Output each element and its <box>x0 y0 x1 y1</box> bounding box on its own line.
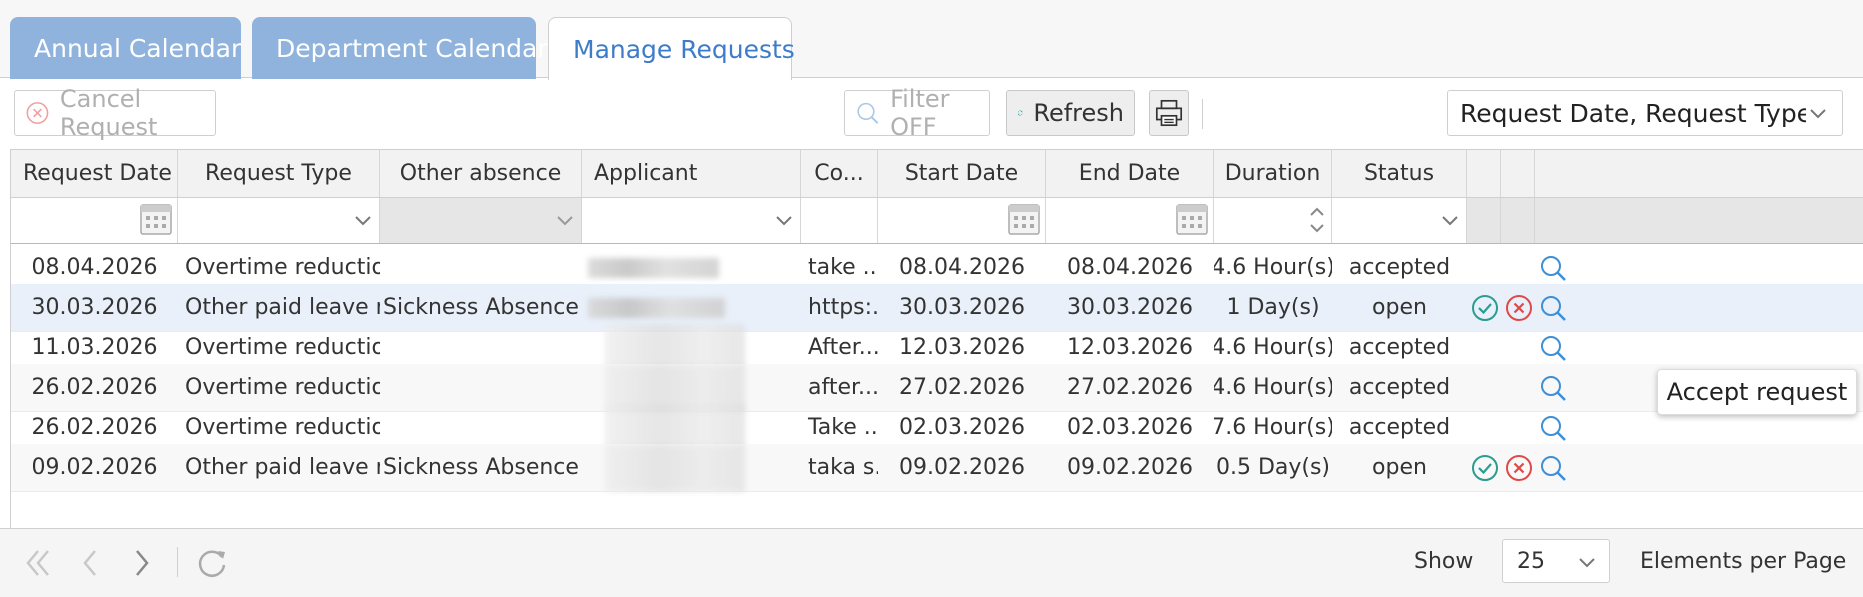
print-button[interactable] <box>1149 90 1189 136</box>
filter-request-date[interactable] <box>11 198 178 243</box>
pager: Show 25 Elements per Page <box>0 528 1863 597</box>
col-status[interactable]: Status <box>1332 150 1467 197</box>
view-search-icon[interactable] <box>1538 413 1568 443</box>
cell-start-date: 09.02.2026 <box>899 455 1025 480</box>
filter-action-2 <box>1501 198 1535 243</box>
filter-request-type[interactable] <box>178 198 380 243</box>
cancel-circle-icon <box>26 102 49 124</box>
calendar-icon <box>140 204 172 235</box>
col-request-type[interactable]: Request Type <box>178 150 380 197</box>
redacted-applicant <box>605 444 745 492</box>
elements-per-page-label: Elements per Page <box>1640 549 1847 574</box>
search-icon <box>857 102 879 124</box>
next-page-icon[interactable] <box>122 543 162 583</box>
cell-request-type: Other paid leave re... <box>185 455 380 480</box>
cancel-request-button[interactable]: Cancel Request <box>14 85 216 141</box>
cell-duration: 0.5 Day(s) <box>1215 455 1331 480</box>
refresh-icon <box>1017 110 1023 116</box>
refresh-button[interactable]: Refresh <box>1006 90 1135 136</box>
tab-label: Annual Calendar <box>34 33 242 63</box>
chevron-down-icon <box>776 216 792 226</box>
col-action-1 <box>1467 150 1501 197</box>
col-action-3 <box>1535 150 1863 197</box>
view-search-icon[interactable] <box>1538 293 1568 323</box>
tab-annual-calendar[interactable]: 3 Annual Calendar <box>10 17 241 79</box>
previous-page-icon[interactable] <box>70 543 110 583</box>
filter-action-1 <box>1467 198 1501 243</box>
toolbar: Cancel Request Filter OFF Refresh Reques… <box>10 79 1850 149</box>
cell-status: open <box>1372 455 1427 480</box>
filter-action-3 <box>1535 198 1863 243</box>
redacted-applicant <box>588 298 725 318</box>
refresh-label: Refresh <box>1033 99 1124 127</box>
col-comment[interactable]: Co... <box>801 150 878 197</box>
accept-check-icon[interactable] <box>1470 453 1500 483</box>
page-size-select[interactable]: 25 <box>1502 539 1610 583</box>
col-request-date[interactable]: Request Date <box>11 150 178 197</box>
col-end-date[interactable]: End Date <box>1046 150 1214 197</box>
filter-applicant[interactable] <box>582 198 801 243</box>
col-other-absence[interactable]: Other absence <box>380 150 582 197</box>
filter-duration[interactable] <box>1214 198 1332 243</box>
cell-request-date: 09.02.2026 <box>31 455 158 480</box>
view-search-icon[interactable] <box>1538 333 1568 363</box>
sort-select[interactable]: Request Date, Request Type <box>1447 90 1843 136</box>
chevron-down-icon <box>1806 101 1830 125</box>
pager-separator <box>177 547 178 577</box>
table-row[interactable]: 09.02.2026 Other paid leave re... Sickne… <box>11 444 1863 492</box>
tab-label: Department Calendar <box>276 33 548 63</box>
cell-comment: taka s... <box>808 455 878 480</box>
chevron-down-icon <box>355 216 371 226</box>
filter-button[interactable]: Filter OFF <box>844 85 990 141</box>
filter-end-date[interactable] <box>1046 198 1214 243</box>
cell-end-date: 09.02.2026 <box>1067 455 1193 480</box>
first-page-icon[interactable] <box>18 543 58 583</box>
sort-value: Request Date, Request Type <box>1460 98 1813 128</box>
calendar-icon <box>1008 204 1040 235</box>
reload-icon[interactable] <box>192 543 232 583</box>
accept-check-icon[interactable] <box>1470 293 1500 323</box>
spinner-arrows-icon <box>1310 207 1324 233</box>
filter-comment[interactable] <box>801 198 878 243</box>
tab-bar: 3 Annual Calendar Department Calendar Ma… <box>0 0 1863 80</box>
filter-other-absence[interactable] <box>380 198 582 243</box>
tab-label: Manage Requests <box>573 34 795 64</box>
table-header: Request Date Request Type Other absence … <box>11 150 1863 198</box>
view-search-icon[interactable] <box>1538 373 1568 403</box>
chevron-down-icon <box>1442 216 1458 226</box>
filter-row <box>11 198 1863 244</box>
printer-icon <box>1155 99 1183 127</box>
cell-other-absence: Sickness Absence <box>383 455 579 480</box>
col-action-2 <box>1501 150 1535 197</box>
view-search-icon[interactable] <box>1538 453 1568 483</box>
filter-start-date[interactable] <box>878 198 1046 243</box>
chevron-down-icon <box>557 216 573 226</box>
cancel-request-label: Cancel Request <box>59 85 158 141</box>
calendar-icon <box>1176 204 1208 235</box>
table-body: 08.04.2026 Overtime reduction ... take .… <box>11 244 1863 528</box>
reject-x-icon[interactable] <box>1504 293 1534 323</box>
redacted-applicant <box>588 258 719 278</box>
accept-request-tooltip: Accept request <box>1657 369 1857 415</box>
reject-x-icon[interactable] <box>1504 453 1534 483</box>
col-start-date[interactable]: Start Date <box>878 150 1046 197</box>
requests-table: Request Date Request Type Other absence … <box>10 149 1863 528</box>
filter-label: Filter OFF <box>890 85 950 141</box>
col-applicant[interactable]: Applicant <box>582 150 801 197</box>
chevron-down-icon <box>1579 558 1595 568</box>
tab-manage-requests[interactable]: Manage Requests <box>548 17 795 80</box>
view-search-icon[interactable] <box>1538 253 1568 283</box>
col-duration[interactable]: Duration <box>1214 150 1332 197</box>
show-label: Show <box>1414 549 1474 574</box>
toolbar-separator <box>1202 99 1203 129</box>
page-size-value: 25 <box>1517 548 1545 574</box>
tab-department-calendar[interactable]: Department Calendar <box>252 17 548 79</box>
filter-status[interactable] <box>1332 198 1467 243</box>
